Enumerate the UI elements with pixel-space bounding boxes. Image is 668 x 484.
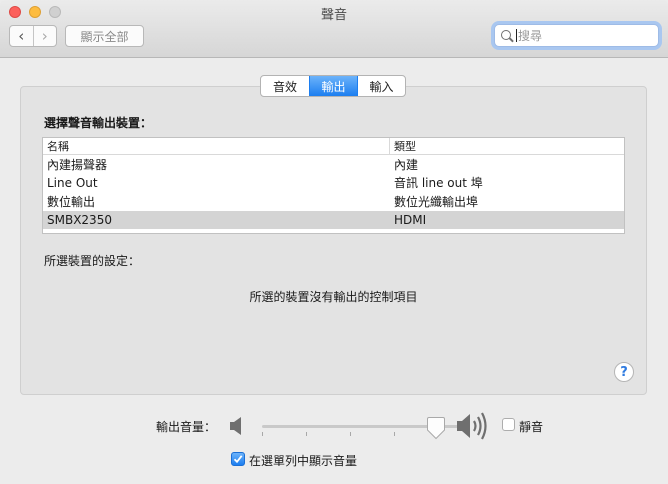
show-volume-in-menubar-checkbox[interactable]	[231, 452, 245, 466]
column-header-name[interactable]: 名稱	[43, 138, 390, 154]
table-row[interactable]: Line Out 音訊 line out 埠	[43, 174, 624, 193]
speaker-low-icon[interactable]	[229, 416, 245, 436]
forward-button[interactable]: ›	[32, 26, 57, 46]
search-icon	[501, 29, 513, 42]
tab-output[interactable]: 輸出	[309, 76, 357, 96]
mute-label[interactable]: 靜音	[519, 418, 543, 435]
show-volume-in-menubar-label[interactable]: 在選單列中顯示音量	[249, 452, 357, 469]
device-settings-heading: 所選裝置的設定：	[44, 254, 141, 268]
output-device-table[interactable]: 名稱 類型 內建揚聲器 內建 Line Out 音訊 line out 埠 數位…	[42, 137, 625, 234]
show-all-button[interactable]: 顯示全部	[65, 25, 144, 47]
back-forward-group: ‹ ›	[9, 25, 57, 47]
chevron-left-icon: ‹	[18, 26, 25, 45]
checkmark-icon	[233, 455, 243, 464]
device-name: 內建揚聲器	[47, 157, 108, 172]
help-button[interactable]: ?	[614, 362, 634, 382]
table-header: 名稱 類型	[43, 138, 624, 155]
back-button[interactable]: ‹	[10, 26, 33, 46]
table-row[interactable]: 內建揚聲器 內建	[43, 155, 624, 174]
volume-slider-knob[interactable]	[426, 416, 446, 440]
tab-sound-effects[interactable]: 音效	[261, 76, 309, 96]
mute-checkbox[interactable]	[502, 418, 515, 431]
volume-slider-ticks	[262, 432, 438, 437]
device-list-heading: 選擇聲音輸出裝置：	[44, 116, 153, 130]
device-type: 內建	[394, 157, 419, 172]
device-type: HDMI	[394, 212, 427, 227]
table-row[interactable]: 數位輸出 數位光纖輸出埠	[43, 192, 624, 211]
output-volume-label: 輸出音量：	[156, 420, 217, 434]
tab-input[interactable]: 輸入	[357, 76, 405, 96]
window-title: 聲音	[320, 8, 347, 23]
device-type: 音訊 line out 埠	[394, 176, 483, 191]
column-header-type[interactable]: 類型	[390, 138, 624, 154]
tab-bar: 音效 輸出 輸入	[260, 75, 406, 97]
search-input[interactable]	[518, 28, 658, 43]
table-row-selected[interactable]: SMBX2350 HDMI	[43, 210, 624, 229]
output-panel	[20, 86, 647, 395]
text-caret	[516, 29, 517, 42]
chevron-right-icon: ›	[41, 26, 48, 45]
device-type: 數位光纖輸出埠	[394, 194, 479, 209]
no-controls-message: 所選的裝置沒有輸出的控制項目	[249, 290, 418, 304]
speaker-high-icon[interactable]	[456, 411, 492, 441]
device-name: Line Out	[47, 175, 98, 190]
help-icon: ?	[620, 364, 628, 380]
device-name: 數位輸出	[47, 194, 96, 209]
device-name: SMBX2350	[47, 212, 112, 227]
toolbar: 聲音 ‹ › 顯示全部	[0, 0, 668, 58]
search-field[interactable]	[494, 24, 659, 47]
